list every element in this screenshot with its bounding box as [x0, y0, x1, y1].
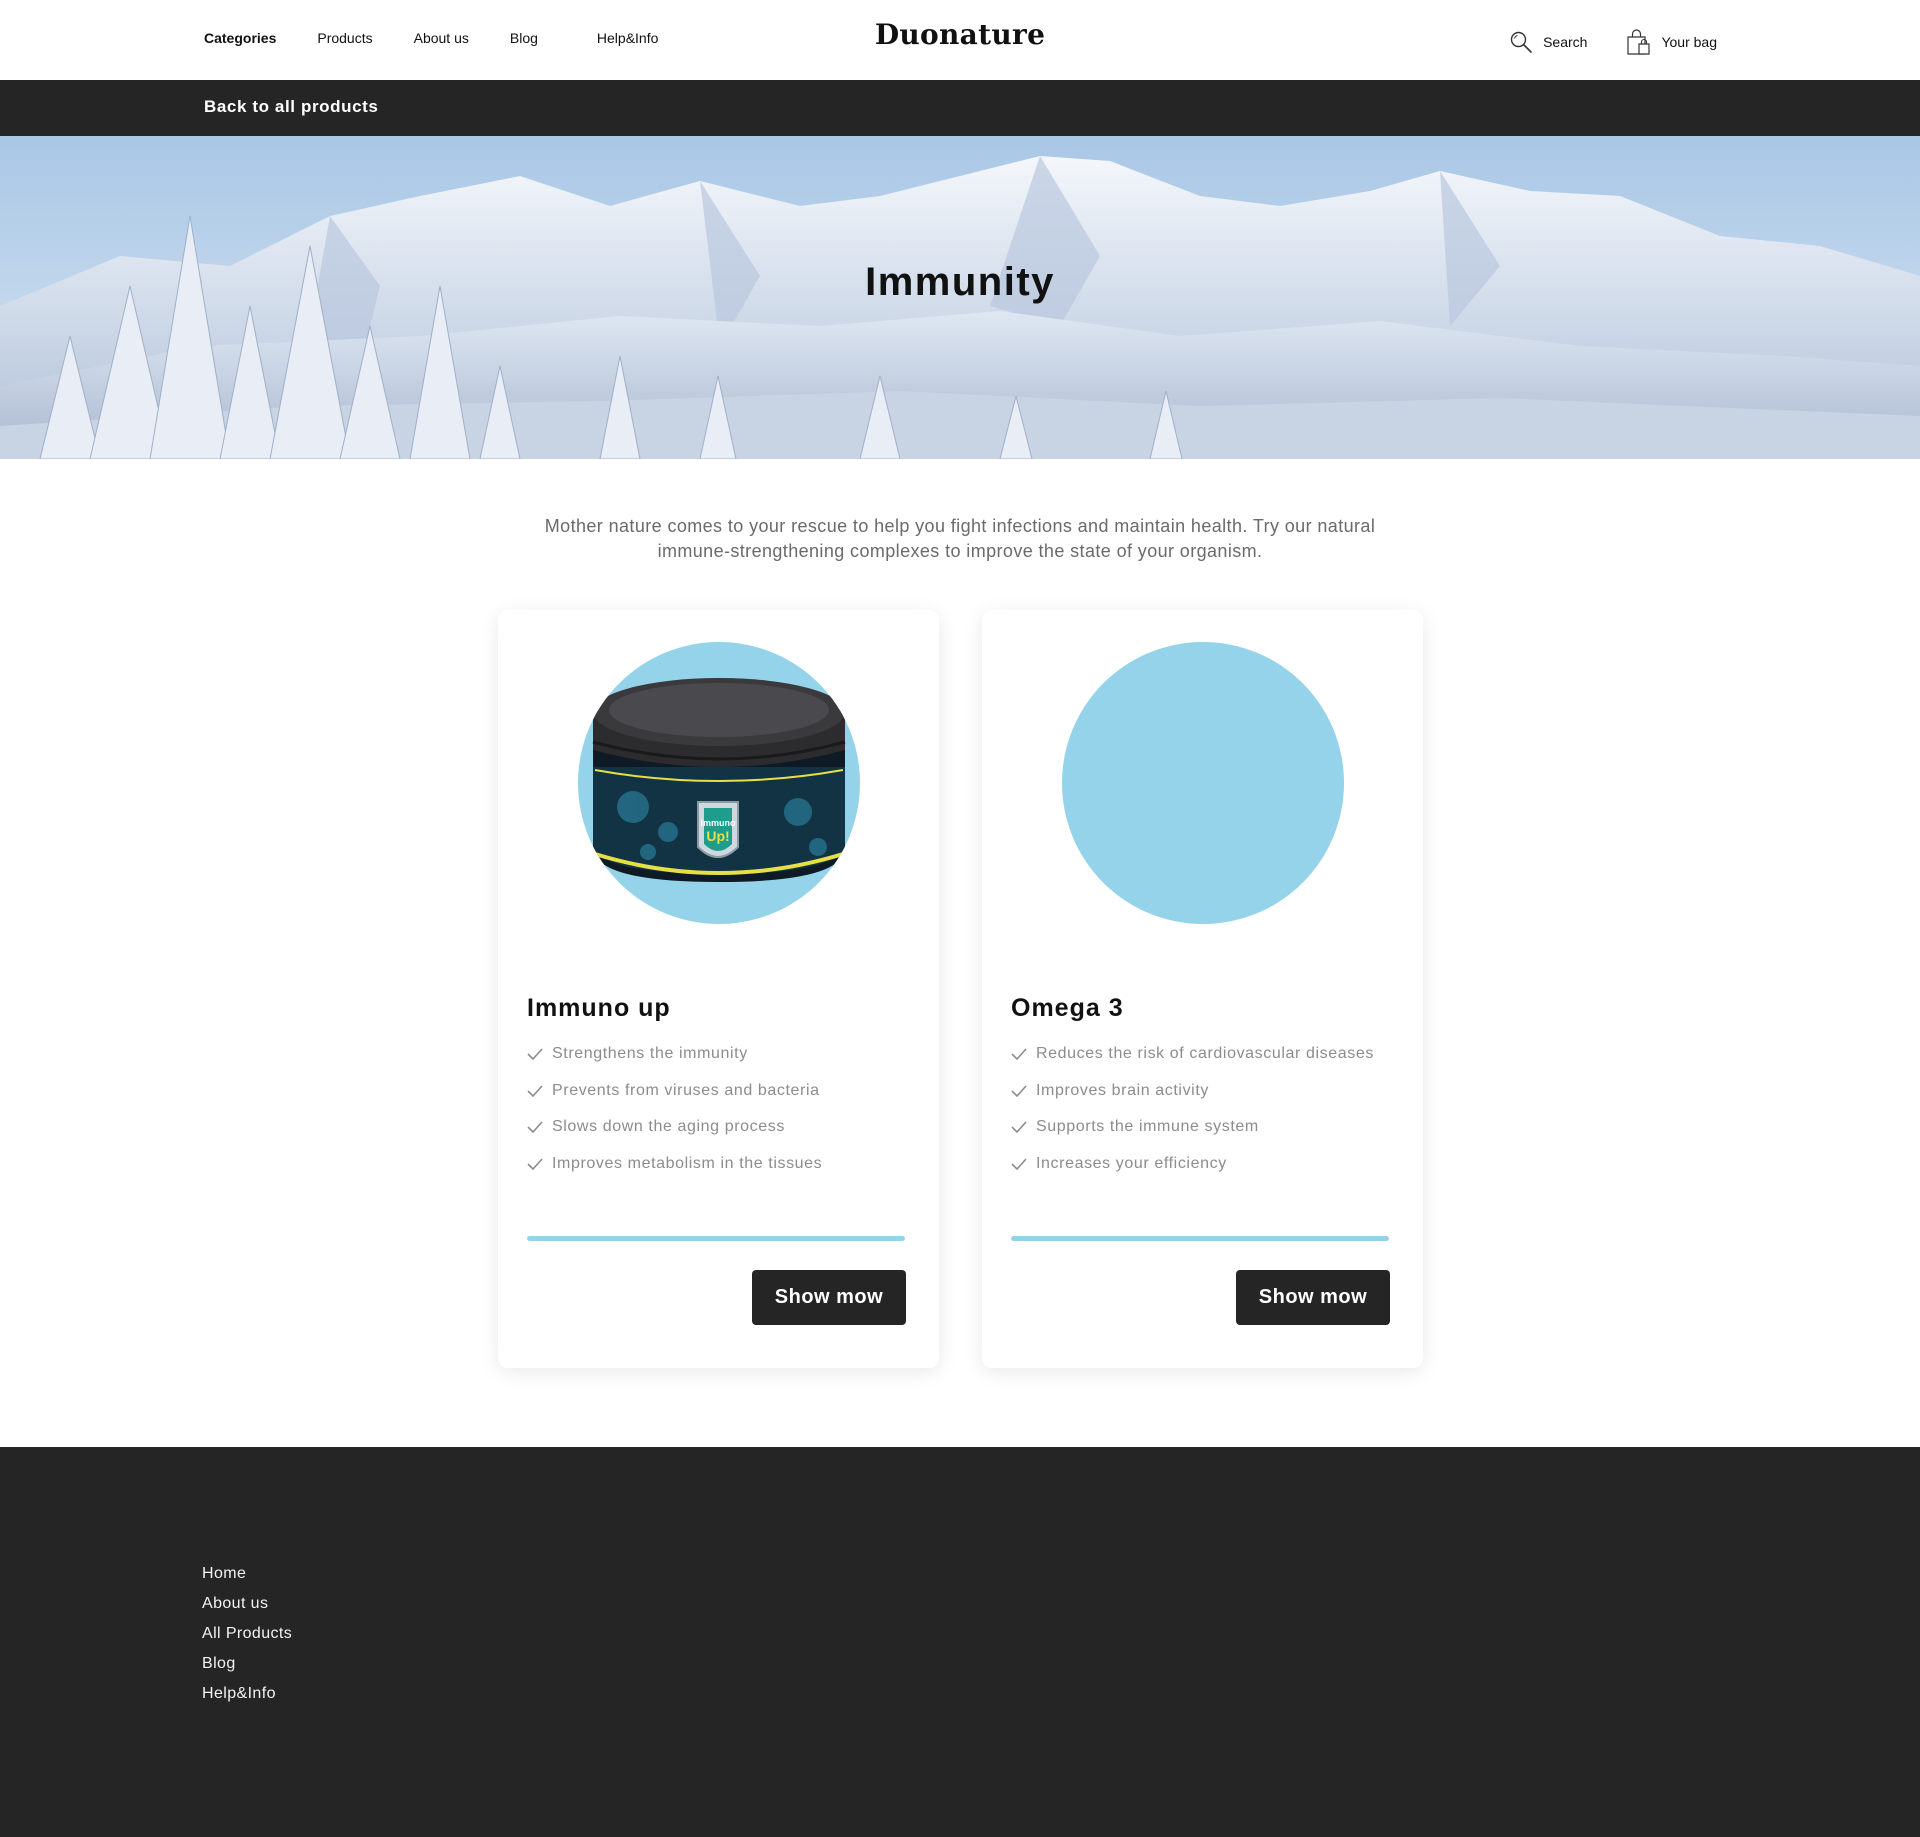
benefit-text: Increases your efficiency [1036, 1154, 1227, 1172]
check-icon [527, 1121, 543, 1134]
jar-label-brand: Immuno [701, 818, 737, 828]
benefit-item: Supports the immune system [1011, 1109, 1374, 1146]
benefit-text: Strengthens the immunity [552, 1045, 748, 1063]
category-description: Mother nature comes to your rescue to he… [544, 516, 1376, 561]
bag-button[interactable]: Your bag [1625, 28, 1717, 56]
benefit-item: Improves brain activity [1011, 1073, 1374, 1110]
immuno-up-jar-image: Immuno Up! [592, 678, 846, 882]
footer-link-all-products[interactable]: All Products [202, 1625, 292, 1655]
footer-link-home[interactable]: Home [202, 1565, 292, 1595]
shopping-bag-icon [1627, 29, 1651, 55]
check-icon [527, 1158, 543, 1170]
product-name: Omega 3 [1011, 994, 1124, 1022]
show-now-button[interactable]: Show mow [1236, 1270, 1390, 1325]
check-icon [527, 1085, 543, 1097]
hero-title: Immunity [865, 260, 1055, 304]
product-image-frame [1062, 642, 1344, 924]
benefit-text: Reduces the risk of cardiovascular disea… [1036, 1045, 1374, 1063]
benefit-item: Strengthens the immunity [527, 1036, 822, 1073]
search-label: Search [1543, 34, 1588, 50]
header-actions: Search Your bag [1509, 28, 1717, 56]
benefit-list: Reduces the risk of cardiovascular disea… [1011, 1036, 1374, 1182]
product-card: Omega 3 Reduces the risk of cardiovascul… [982, 610, 1423, 1368]
benefit-text: Improves brain activity [1036, 1081, 1209, 1099]
benefit-text: Slows down the aging process [552, 1118, 785, 1136]
product-card: Immuno Up! Immuno up Strengthens the imm… [498, 610, 939, 1368]
check-icon [527, 1048, 543, 1061]
product-name: Immuno up [527, 994, 671, 1022]
back-bar: Back to all products [0, 80, 1920, 136]
benefit-text: Prevents from viruses and bacteria [552, 1081, 820, 1099]
benefit-list: Strengthens the immunity Prevents from v… [527, 1036, 822, 1182]
benefit-item: Slows down the aging process [527, 1109, 822, 1146]
product-progress-bar [527, 1236, 905, 1241]
check-icon [1011, 1085, 1027, 1097]
footer-link-blog[interactable]: Blog [202, 1655, 292, 1685]
progress-fill [1011, 1236, 1389, 1241]
bag-label: Your bag [1661, 34, 1717, 50]
benefit-item: Improves metabolism in the tissues [527, 1146, 822, 1183]
check-icon [1011, 1121, 1027, 1134]
benefit-item: Prevents from viruses and bacteria [527, 1073, 822, 1110]
benefit-text: Supports the immune system [1036, 1118, 1259, 1136]
hero-banner: Immunity [0, 136, 1920, 459]
site-footer: Home About us All Products Blog Help&Inf… [0, 1447, 1920, 1837]
benefit-item: Increases your efficiency [1011, 1146, 1374, 1183]
footer-links: Home About us All Products Blog Help&Inf… [202, 1565, 292, 1715]
jar-label-up: Up! [706, 828, 729, 844]
footer-link-about-us[interactable]: About us [202, 1595, 292, 1625]
benefit-text: Improves metabolism in the tissues [552, 1154, 823, 1172]
product-image-frame: Immuno Up! [578, 642, 860, 924]
show-now-button[interactable]: Show mow [752, 1270, 906, 1325]
progress-fill [527, 1236, 905, 1241]
site-header: Categories Products About us Blog Help&I… [0, 0, 1920, 80]
footer-link-help-info[interactable]: Help&Info [202, 1685, 292, 1715]
benefit-item: Reduces the risk of cardiovascular disea… [1011, 1036, 1374, 1073]
search-icon [1510, 31, 1532, 53]
search-button[interactable]: Search [1509, 30, 1587, 54]
check-icon [1011, 1158, 1027, 1170]
product-progress-bar [1011, 1236, 1389, 1241]
check-icon [1011, 1048, 1027, 1061]
back-to-products-link[interactable]: Back to all products [204, 97, 378, 117]
